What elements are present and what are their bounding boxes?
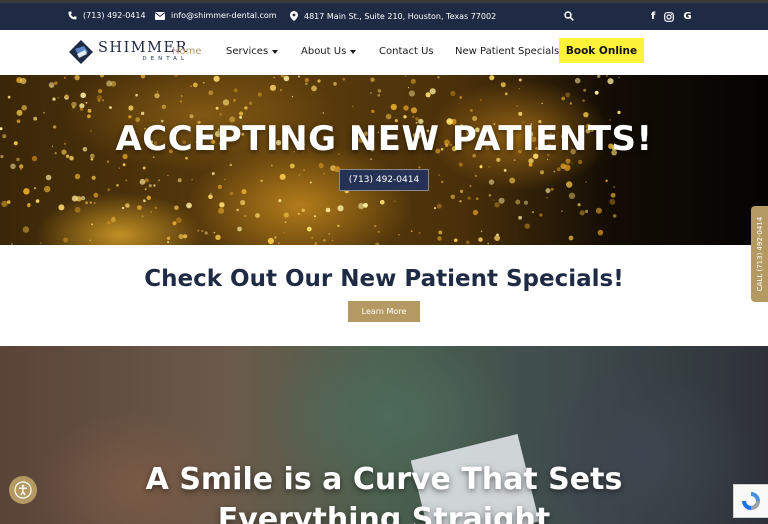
accessibility-icon	[14, 481, 32, 499]
new-patient-specials-section: Check Out Our New Patient Specials! Lear…	[0, 245, 768, 346]
hero-banner: ACCEPTING NEW PATIENTS! (713) 492-0414	[0, 75, 768, 245]
topbar-address-link[interactable]: 4817 Main St., Suite 210, Houston, Texas…	[290, 11, 496, 21]
nav-item-contact-label: Contact Us	[379, 46, 434, 57]
book-online-button[interactable]: Book Online	[559, 38, 644, 63]
hero-title: ACCEPTING NEW PATIENTS!	[115, 119, 653, 159]
chevron-down-icon	[272, 49, 279, 54]
topbar-phone-link[interactable]: (713) 492-0414	[68, 11, 146, 20]
topbar-email-link[interactable]: info@shimmer-dental.com	[155, 11, 277, 20]
site-logo[interactable]: SHIMMER DENTAL	[68, 39, 188, 65]
chevron-down-icon	[350, 49, 357, 54]
social-links: f G	[651, 11, 692, 23]
nav-item-home-label: Home	[172, 46, 202, 57]
nav-item-services[interactable]: Services	[226, 46, 279, 57]
topbar-email-text: info@shimmer-dental.com	[171, 11, 277, 20]
search-button[interactable]	[564, 11, 574, 21]
nav-item-about[interactable]: About Us	[301, 46, 357, 57]
nav-item-contact[interactable]: Contact Us	[379, 46, 434, 57]
hero-phone-button[interactable]: (713) 492-0414	[339, 169, 429, 191]
logo-mark-icon	[69, 40, 93, 64]
nav-item-services-label: Services	[226, 46, 269, 57]
google-icon[interactable]: G	[683, 11, 691, 23]
phone-icon	[68, 11, 77, 20]
gold-glitter-background	[0, 75, 621, 245]
instagram-icon[interactable]	[664, 12, 675, 22]
photo-section-title: A Smile is a Curve That Sets Everything …	[0, 460, 768, 524]
accessibility-button[interactable]	[9, 476, 37, 504]
map-pin-icon	[290, 11, 298, 21]
photo-title-line-2: Everything Straight	[217, 502, 551, 524]
search-icon	[564, 11, 574, 21]
main-navigation: SHIMMER DENTAL Home Services About Us Co…	[0, 30, 768, 75]
call-side-tab-label: CALL (713) 492-0414	[755, 216, 764, 292]
nav-item-specials-label: New Patient Specials	[455, 46, 560, 57]
photo-title-line-1: A Smile is a Curve That Sets	[145, 462, 623, 497]
nav-item-home[interactable]: Home	[172, 46, 202, 57]
envelope-icon	[155, 11, 165, 20]
recaptcha-icon	[742, 492, 760, 510]
top-info-bar: (713) 492-0414 info@shimmer-dental.com 4…	[0, 0, 768, 30]
topbar-phone-text: (713) 492-0414	[83, 11, 146, 20]
logo-tagline: DENTAL	[142, 56, 189, 62]
nav-item-about-label: About Us	[301, 46, 347, 57]
smile-photo-section: A Smile is a Curve That Sets Everything …	[0, 346, 768, 524]
nav-item-new-patient-specials[interactable]: New Patient Specials	[455, 46, 559, 57]
recaptcha-badge[interactable]	[733, 484, 768, 518]
learn-more-button[interactable]: Learn More	[348, 301, 420, 322]
specials-heading: Check Out Our New Patient Specials!	[144, 266, 624, 292]
call-side-tab[interactable]: CALL (713) 492-0414	[751, 206, 768, 302]
topbar-address-text: 4817 Main St., Suite 210, Houston, Texas…	[304, 11, 497, 21]
facebook-icon[interactable]: f	[651, 11, 655, 23]
